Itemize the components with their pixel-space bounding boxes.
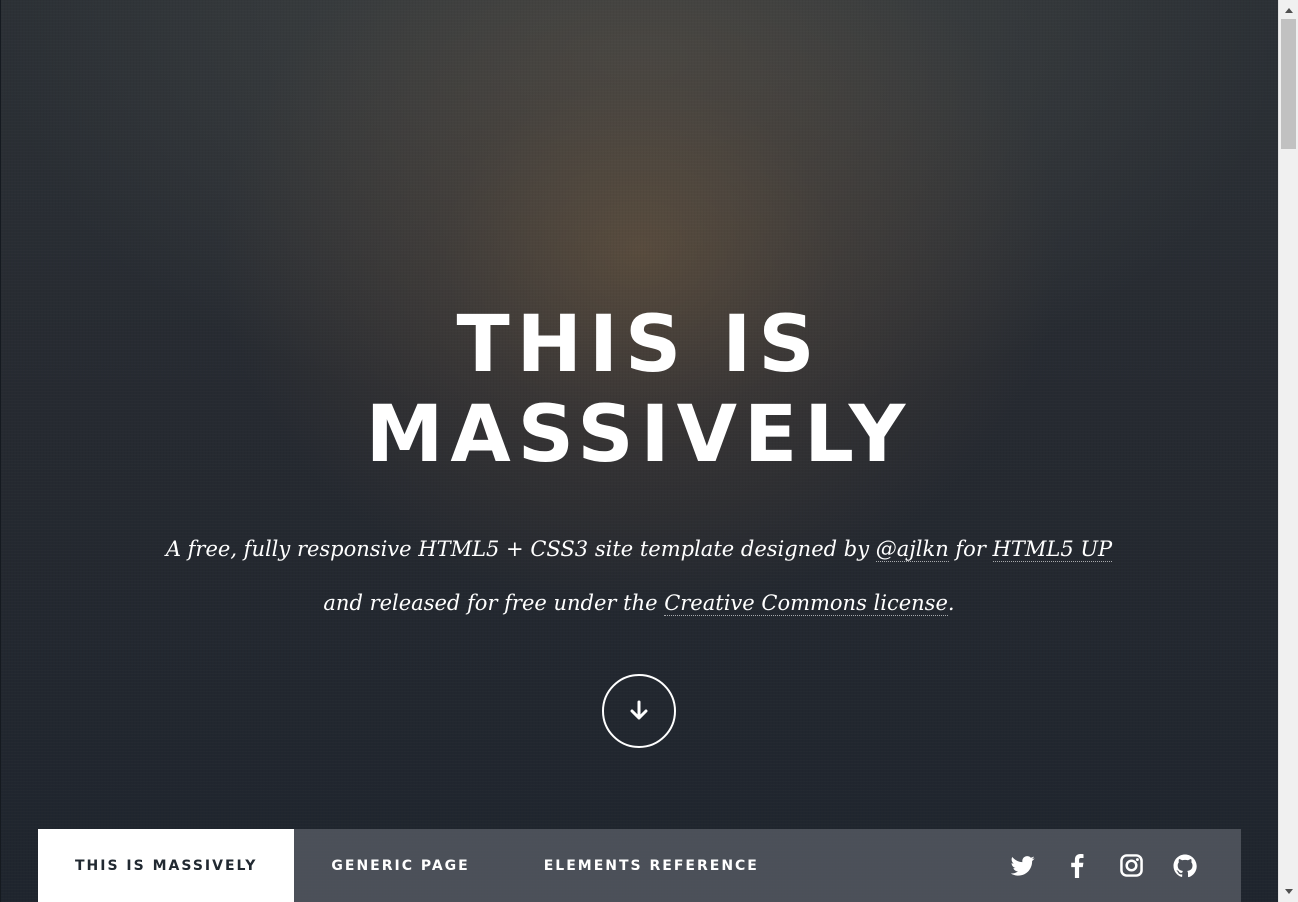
nav-link-elements-reference[interactable]: Elements Reference xyxy=(507,829,796,902)
arrow-down-icon xyxy=(630,700,648,720)
social-icons xyxy=(1011,829,1241,902)
main-nav: This is Massively Generic Page Elements … xyxy=(38,829,1241,902)
intro-text-2: for xyxy=(948,537,993,561)
instagram-icon[interactable] xyxy=(1119,854,1143,878)
nav-links: This is Massively Generic Page Elements … xyxy=(38,829,796,902)
scrollbar-thumb[interactable] xyxy=(1281,19,1296,149)
page-title: This is Massively xyxy=(1,300,1277,480)
scroll-down-arrow[interactable] xyxy=(1279,883,1298,900)
intro-section: This is Massively A free, fully responsi… xyxy=(1,300,1277,748)
ajlkn-link[interactable]: @ajlkn xyxy=(875,537,949,562)
html5up-link[interactable]: HTML5 UP xyxy=(992,537,1113,562)
creative-commons-link[interactable]: Creative Commons license xyxy=(664,591,948,616)
nav-link-generic-page[interactable]: Generic Page xyxy=(294,829,506,902)
facebook-icon[interactable] xyxy=(1065,853,1089,878)
intro-text-4: . xyxy=(947,591,955,615)
caret-down-icon xyxy=(1285,889,1293,894)
scroll-up-arrow[interactable] xyxy=(1279,2,1298,19)
nav-link-this-is-massively[interactable]: This is Massively xyxy=(38,829,295,902)
intro-text-1: A free, fully responsive HTML5 + CSS3 si… xyxy=(165,537,876,561)
page-title-line-1: This is xyxy=(456,300,822,390)
intro-description: A free, fully responsive HTML5 + CSS3 si… xyxy=(159,522,1119,630)
twitter-icon[interactable] xyxy=(1011,854,1035,878)
scroll-down-button[interactable] xyxy=(602,674,676,748)
page-title-line-2: Massively xyxy=(365,390,913,480)
caret-up-icon xyxy=(1285,8,1293,13)
github-icon[interactable] xyxy=(1173,854,1197,878)
intro-text-3: and released for free under the xyxy=(323,591,665,615)
page-viewport: This is Massively A free, fully responsi… xyxy=(0,0,1278,902)
vertical-scrollbar[interactable] xyxy=(1278,0,1298,902)
